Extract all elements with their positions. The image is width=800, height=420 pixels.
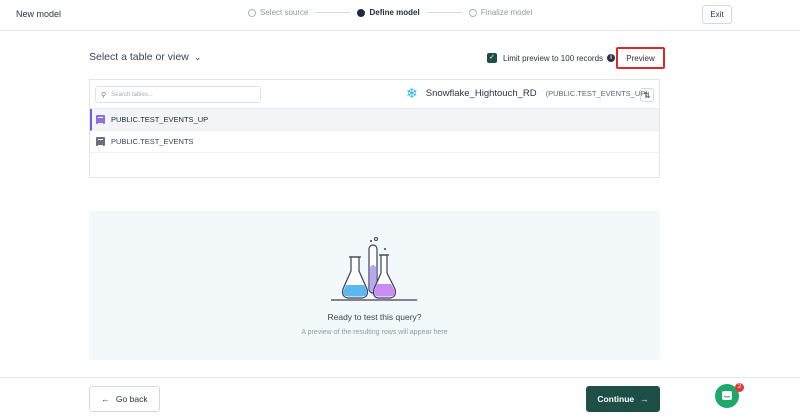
empty-state-subtitle: A preview of the resulting rows will app… (301, 329, 448, 336)
source-name: Snowflake_Hightouch_RD (425, 87, 537, 99)
arrow-right-icon: → (640, 394, 649, 404)
table-icon (96, 137, 105, 146)
footer-bar: ← Go back Continue → 2 (0, 377, 800, 420)
step-finalize-model[interactable]: Finalize model (468, 8, 533, 17)
table-select-label: Select a table or view (89, 51, 189, 63)
search-placeholder: Search tables... (111, 91, 153, 98)
limit-preview-label: Limit preview to 100 records (503, 53, 604, 63)
table-select-dropdown[interactable]: Select a table or view ⌄ (89, 51, 201, 63)
info-icon[interactable]: i (607, 54, 616, 62)
tables-panel-header: ⚲ Search tables... ❄ Snowflake_Hightouch… (90, 80, 659, 109)
limit-preview-checkbox[interactable]: ✓ (487, 53, 497, 63)
notification-badge: 2 (735, 383, 744, 392)
chat-icon (722, 391, 732, 400)
preview-button[interactable]: Preview (616, 47, 665, 69)
search-tables-input[interactable]: ⚲ Search tables... (95, 86, 261, 103)
continue-button[interactable]: Continue → (586, 386, 660, 412)
table-row-label: PUBLIC.TEST_EVENTS (111, 137, 194, 146)
go-back-label: Go back (115, 394, 148, 404)
step-label: Select source (260, 8, 309, 17)
table-row[interactable]: PUBLIC.TEST_EVENTS_UP (90, 109, 659, 131)
empty-state-title: Ready to test this query? (327, 312, 422, 322)
step-label: Finalize model (480, 8, 533, 17)
step-define-model[interactable]: Define model (357, 8, 420, 17)
arrow-left-icon: ← (101, 394, 110, 404)
limit-preview-option: ✓ Limit preview to 100 records i (487, 53, 616, 63)
snowflake-icon: ❄ (406, 85, 418, 101)
preview-empty-state: Ready to test this query? A preview of t… (89, 211, 660, 360)
step-connector (315, 12, 351, 13)
tables-panel: ⚲ Search tables... ❄ Snowflake_Hightouch… (89, 79, 660, 178)
refresh-button[interactable]: ⇅ (640, 88, 654, 102)
page-title: New model (16, 9, 62, 19)
table-row-label: PUBLIC.TEST_EVENTS_UP (111, 115, 209, 124)
source-schema: (PUBLIC.TEST_EVENTS_UP) (545, 88, 648, 98)
step-label: Define model (369, 8, 420, 17)
top-header: New model Select source Define model Fin… (0, 0, 800, 31)
continue-label: Continue (597, 394, 635, 404)
chevron-down-icon: ⌄ (193, 51, 202, 62)
step-connector (426, 12, 462, 13)
go-back-button[interactable]: ← Go back (89, 386, 160, 412)
step-indicator-icon (468, 8, 477, 17)
source-info: ❄ Snowflake_Hightouch_RD (PUBLIC.TEST_EV… (406, 85, 648, 101)
exit-button[interactable]: Exit (702, 5, 732, 24)
table-icon (96, 115, 105, 124)
lab-flasks-illustration (331, 237, 417, 301)
step-select-source[interactable]: Select source (248, 8, 308, 17)
stepper: Select source Define model Finalize mode… (248, 8, 532, 17)
refresh-icon: ⇅ (643, 90, 651, 100)
search-icon: ⚲ (101, 91, 107, 99)
step-indicator-icon (248, 8, 256, 17)
step-indicator-icon (357, 8, 366, 17)
table-row[interactable]: PUBLIC.TEST_EVENTS (90, 131, 659, 153)
